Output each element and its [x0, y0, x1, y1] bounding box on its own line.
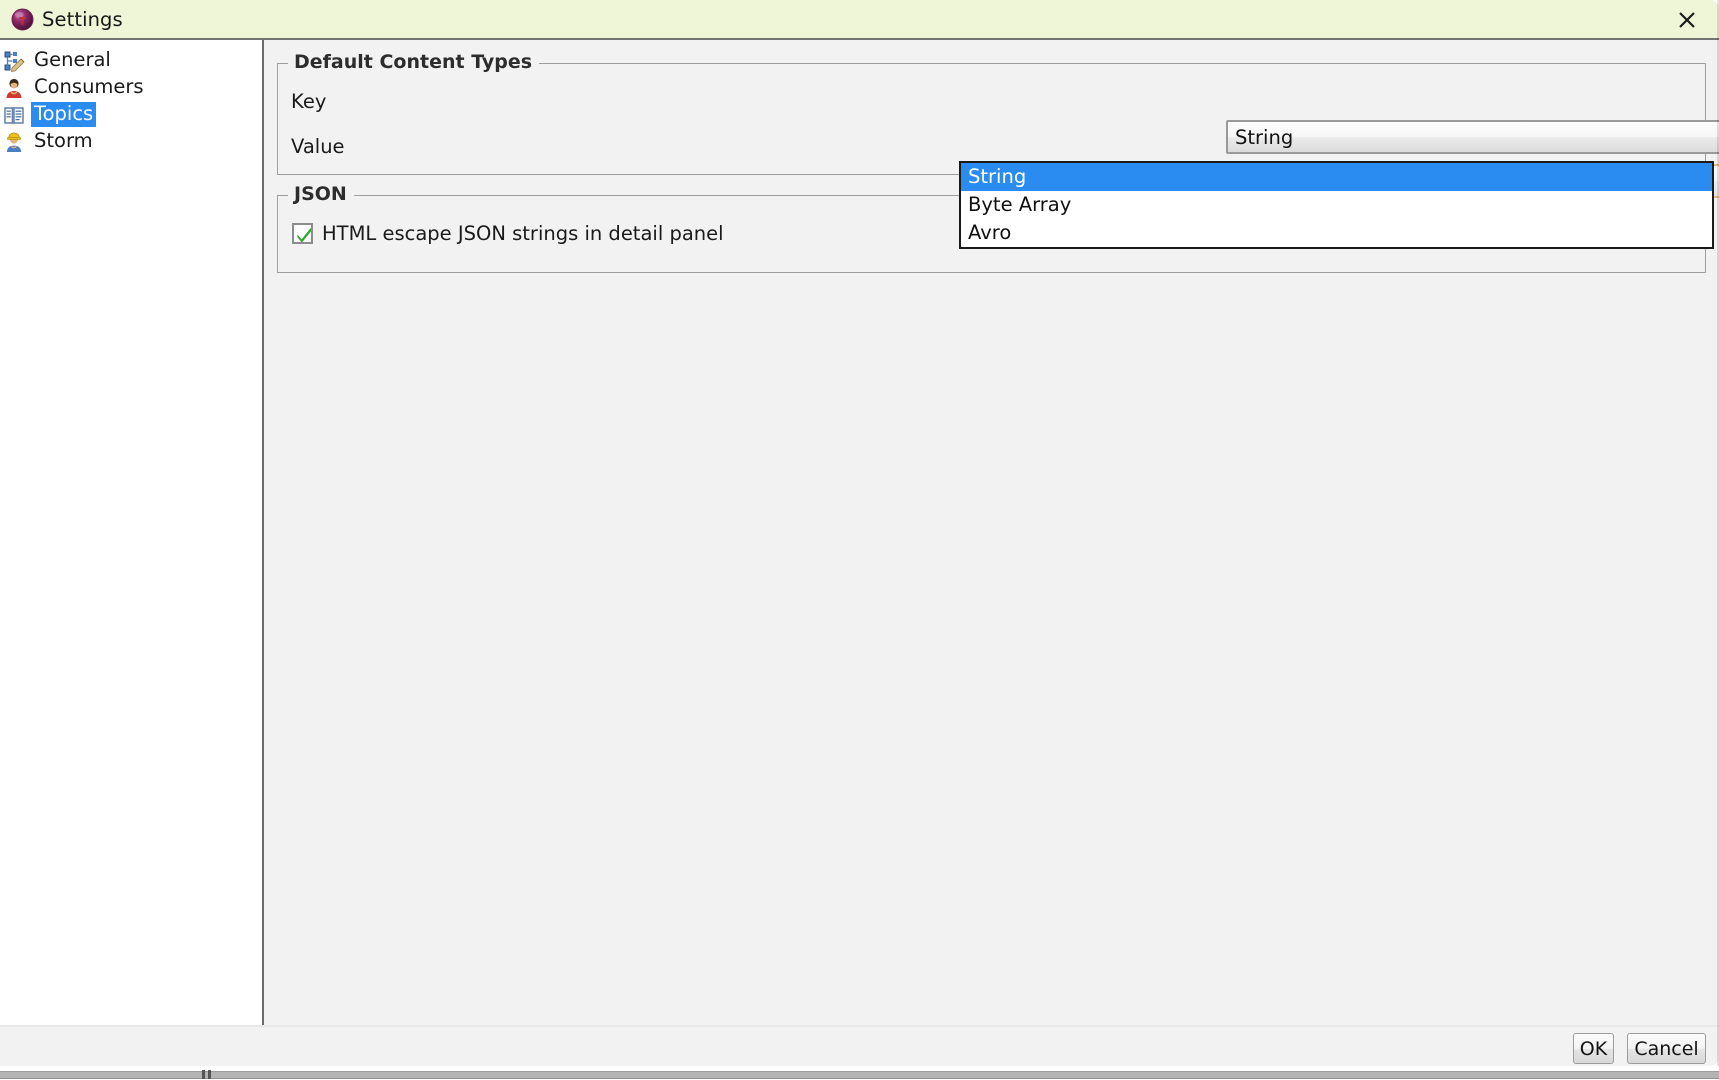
tree-pencil-icon	[3, 50, 25, 72]
cancel-button[interactable]: Cancel	[1627, 1033, 1706, 1064]
dropdown-option[interactable]: Byte Array	[961, 191, 1712, 219]
window-title: Settings	[42, 8, 123, 31]
grip-tick	[202, 1070, 205, 1079]
value-label: Value	[291, 135, 345, 158]
close-icon[interactable]	[1669, 3, 1705, 37]
person-red-icon	[3, 77, 25, 99]
sidebar-item-topics[interactable]: Topics	[0, 101, 262, 128]
sidebar-item-storm[interactable]: Storm	[0, 128, 262, 155]
dropdown-option[interactable]: String	[961, 163, 1712, 191]
settings-dialog: Settings General Consumers Topics Storm …	[0, 0, 1719, 1066]
key-content-type-combo[interactable]: String	[1226, 120, 1719, 154]
html-escape-json-checkbox[interactable]: HTML escape JSON strings in detail panel	[292, 222, 724, 245]
group-title: JSON	[288, 183, 354, 205]
sidebar-item-label: Consumers	[34, 75, 144, 99]
key-label: Key	[291, 90, 327, 113]
app-sphere-icon	[11, 8, 34, 31]
checkbox-box	[292, 223, 313, 244]
sidebar-item-consumers[interactable]: Consumers	[0, 74, 262, 101]
dropdown-option[interactable]: Avro	[961, 219, 1712, 247]
open-book-icon	[3, 104, 25, 126]
window-titlebar: Settings	[0, 0, 1719, 40]
dialog-footer: OK Cancel	[0, 1025, 1719, 1066]
key-combo-value: String	[1235, 126, 1294, 149]
window-resize-grip[interactable]	[0, 1068, 1719, 1080]
group-title: Default Content Types	[288, 51, 540, 73]
checkbox-label: HTML escape JSON strings in detail panel	[322, 222, 724, 245]
grip-bar	[0, 1071, 1719, 1079]
grip-tick	[208, 1070, 211, 1079]
settings-sidebar: General Consumers Topics Storm	[0, 40, 264, 1025]
sidebar-item-label: Topics	[31, 102, 97, 127]
content-type-dropdown-list[interactable]: String Byte Array Avro	[959, 161, 1714, 249]
default-content-types-group: Default Content Types Key Value	[277, 51, 1706, 175]
sidebar-item-general[interactable]: General	[0, 47, 262, 74]
sidebar-item-label: General	[34, 48, 111, 72]
sidebar-item-label: Storm	[34, 129, 93, 153]
worker-helmet-icon	[3, 131, 25, 153]
ok-button[interactable]: OK	[1573, 1033, 1614, 1064]
